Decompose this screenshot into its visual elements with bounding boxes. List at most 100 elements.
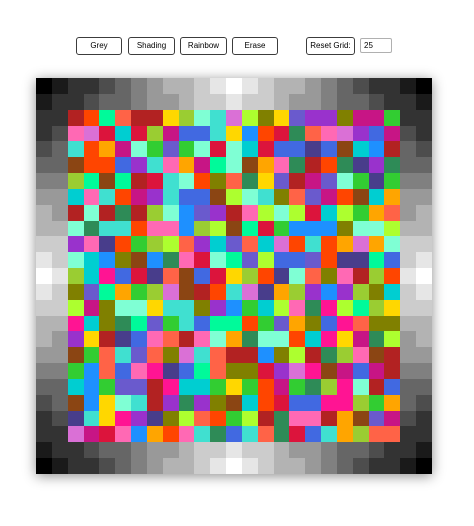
grid-cell[interactable] xyxy=(257,157,275,174)
grid-cell[interactable] xyxy=(178,347,195,364)
grid-cell[interactable] xyxy=(321,125,338,142)
grid-cell[interactable] xyxy=(131,347,148,364)
grid-cell[interactable] xyxy=(241,426,259,443)
grid-cell[interactable] xyxy=(336,268,354,285)
grid-cell[interactable] xyxy=(146,410,164,427)
grid-cell[interactable] xyxy=(146,109,164,126)
grid-cell[interactable] xyxy=(305,173,322,190)
grid-cell[interactable] xyxy=(83,299,100,317)
grid-cell[interactable] xyxy=(36,220,53,237)
grid-cell[interactable] xyxy=(226,157,243,174)
grid-cell[interactable] xyxy=(352,347,370,364)
grid-cell[interactable] xyxy=(51,109,69,126)
grid-cell[interactable] xyxy=(336,394,354,412)
grid-cell[interactable] xyxy=(368,93,385,111)
grid-cell[interactable] xyxy=(178,442,195,459)
grid-cell[interactable] xyxy=(146,378,164,396)
grid-cell[interactable] xyxy=(352,141,370,158)
grid-cell[interactable] xyxy=(257,78,275,95)
grid-cell[interactable] xyxy=(51,442,69,459)
grid-cell[interactable] xyxy=(336,347,354,364)
grid-cell[interactable] xyxy=(99,157,116,174)
grid-cell[interactable] xyxy=(115,204,132,222)
grid-cell[interactable] xyxy=(178,283,195,301)
grid-cell[interactable] xyxy=(210,426,227,443)
grid-cell[interactable] xyxy=(226,268,243,285)
grid-cell[interactable] xyxy=(162,347,180,364)
grid-cell[interactable] xyxy=(400,220,417,237)
grid-cell[interactable] xyxy=(83,363,100,380)
grid-cell[interactable] xyxy=(416,426,433,443)
grid-cell[interactable] xyxy=(226,109,243,126)
grid-cell[interactable] xyxy=(131,93,148,111)
grid-cell[interactable] xyxy=(67,188,84,206)
grid-cell[interactable] xyxy=(368,410,385,427)
grid-cell[interactable] xyxy=(194,378,211,396)
grid-cell[interactable] xyxy=(257,220,275,237)
grid-cell[interactable] xyxy=(384,442,401,459)
grid-cell[interactable] xyxy=(336,141,354,158)
grid-cell[interactable] xyxy=(51,204,69,222)
grid-cell[interactable] xyxy=(36,347,53,364)
grid-cell[interactable] xyxy=(99,442,116,459)
grid-cell[interactable] xyxy=(115,268,132,285)
grid-cell[interactable] xyxy=(384,299,401,317)
grid-cell[interactable] xyxy=(273,78,290,95)
grid-cell[interactable] xyxy=(67,141,84,158)
grid-cell[interactable] xyxy=(257,299,275,317)
grid-cell[interactable] xyxy=(305,252,322,269)
grid-cell[interactable] xyxy=(210,109,227,126)
grid-cell[interactable] xyxy=(257,347,275,364)
grid-cell[interactable] xyxy=(115,188,132,206)
grid-cell[interactable] xyxy=(115,347,132,364)
grid-cell[interactable] xyxy=(321,268,338,285)
grid-cell[interactable] xyxy=(99,347,116,364)
grid-cell[interactable] xyxy=(289,125,306,142)
grid-cell[interactable] xyxy=(352,268,370,285)
grid-cell[interactable] xyxy=(241,125,259,142)
grid-cell[interactable] xyxy=(131,426,148,443)
grid-cell[interactable] xyxy=(194,204,211,222)
grid-cell[interactable] xyxy=(368,188,385,206)
grid-cell[interactable] xyxy=(36,378,53,396)
grid-cell[interactable] xyxy=(273,109,290,126)
grid-cell[interactable] xyxy=(210,188,227,206)
grid-cell[interactable] xyxy=(226,283,243,301)
grid-cell[interactable] xyxy=(194,458,211,475)
grid-cell[interactable] xyxy=(400,283,417,301)
grid-cell[interactable] xyxy=(162,157,180,174)
grid-cell[interactable] xyxy=(400,204,417,222)
grid-cell[interactable] xyxy=(289,78,306,95)
grid-cell[interactable] xyxy=(131,283,148,301)
grid-cell[interactable] xyxy=(416,204,433,222)
grid-cell[interactable] xyxy=(368,315,385,332)
grid-cell[interactable] xyxy=(336,220,354,237)
grid-cell[interactable] xyxy=(241,442,259,459)
grid-cell[interactable] xyxy=(241,173,259,190)
grid-cell[interactable] xyxy=(400,252,417,269)
grid-cell[interactable] xyxy=(83,204,100,222)
grid-cell[interactable] xyxy=(400,299,417,317)
grid-cell[interactable] xyxy=(273,141,290,158)
grid-cell[interactable] xyxy=(67,363,84,380)
grid-cell[interactable] xyxy=(51,188,69,206)
grid-cell[interactable] xyxy=(67,78,84,95)
grid-cell[interactable] xyxy=(400,378,417,396)
grid-cell[interactable] xyxy=(416,331,433,348)
grid-cell[interactable] xyxy=(194,252,211,269)
grid-cell[interactable] xyxy=(257,331,275,348)
grid-cell[interactable] xyxy=(226,315,243,332)
grid-cell[interactable] xyxy=(321,109,338,126)
grid-cell[interactable] xyxy=(115,236,132,253)
grid-cell[interactable] xyxy=(305,394,322,412)
grid-cell[interactable] xyxy=(115,394,132,412)
grid-cell[interactable] xyxy=(384,410,401,427)
grid-cell[interactable] xyxy=(83,283,100,301)
grid-cell[interactable] xyxy=(51,283,69,301)
grid-cell[interactable] xyxy=(289,426,306,443)
grid-cell[interactable] xyxy=(368,283,385,301)
grid-cell[interactable] xyxy=(321,283,338,301)
grid-cell[interactable] xyxy=(241,109,259,126)
grid-cell[interactable] xyxy=(384,347,401,364)
grid-cell[interactable] xyxy=(336,78,354,95)
